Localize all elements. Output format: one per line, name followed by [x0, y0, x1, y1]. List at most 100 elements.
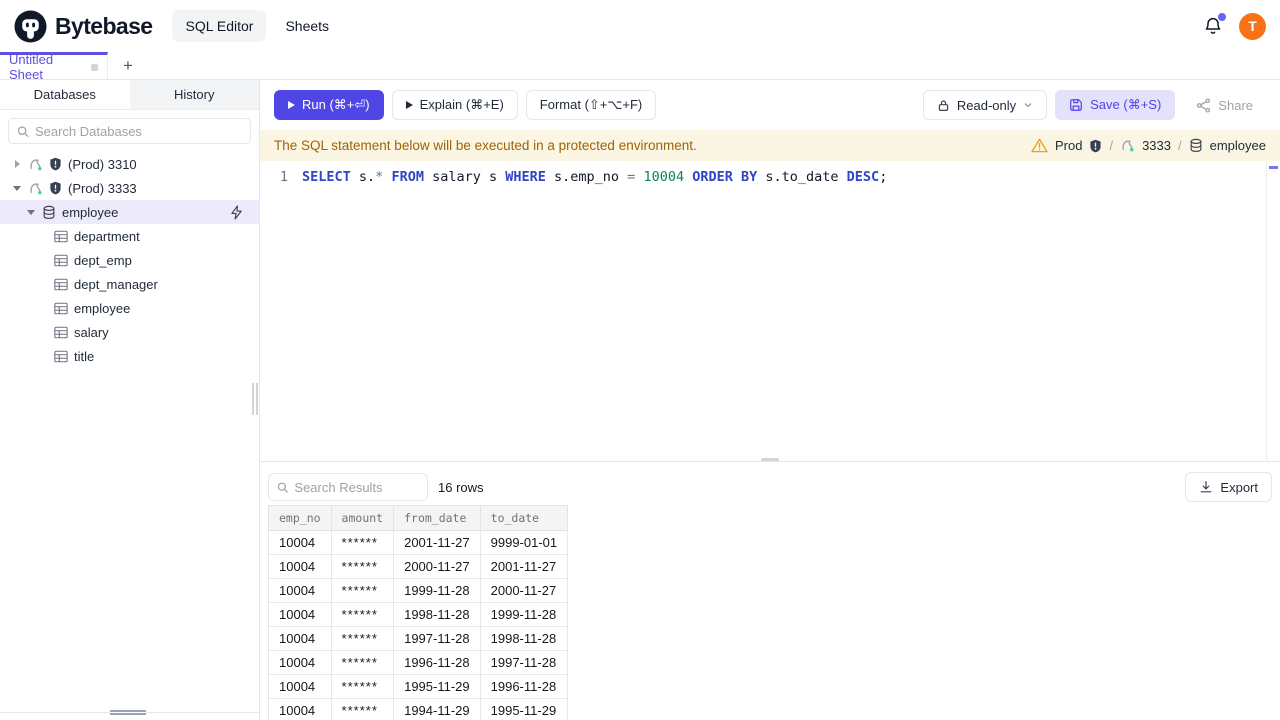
table-label: dept_emp — [74, 252, 132, 268]
database-icon — [1190, 138, 1202, 152]
cell-amount: ****** — [330, 698, 395, 720]
tree-table-department[interactable]: department — [0, 224, 259, 248]
sheet-tab-label: Untitled Sheet — [9, 52, 54, 82]
bytebase-logo[interactable]: Bytebase — [14, 9, 153, 43]
tree-table-employee[interactable]: employee — [0, 296, 259, 320]
readonly-mode-button[interactable]: Read-only — [922, 90, 1048, 120]
results-search-input[interactable] — [294, 479, 419, 495]
shield-icon — [50, 181, 61, 195]
cell-amount: ****** — [330, 602, 395, 627]
tree-table-title[interactable]: title — [0, 344, 259, 368]
share-button[interactable]: Share — [1183, 90, 1266, 120]
cell-emp-no: 10004 — [268, 626, 332, 651]
results-search[interactable] — [268, 473, 428, 501]
bytebase-logo-icon — [14, 9, 47, 43]
table-icon — [54, 302, 68, 314]
table-row: 10004 ****** 1997-11-28 1998-11-28 — [268, 626, 569, 651]
main-panel: Run (⌘+⏎) Explain (⌘+E) Format (⇧+⌥+F) R… — [260, 80, 1280, 720]
shield-icon — [50, 157, 61, 171]
table-row: 10004 ****** 1995-11-29 1996-11-28 — [268, 674, 569, 699]
sidebar: Databases History (Prod) 331 — [0, 80, 260, 720]
cell-to-date: 1998-11-28 — [479, 626, 569, 651]
results-header: 16 rows Export — [260, 469, 1280, 505]
breadcrumb-separator: / — [1109, 138, 1114, 153]
sql-code: SELECT s.* FROM salary s WHERE s.emp_no … — [302, 169, 888, 185]
tab-databases[interactable]: Databases — [0, 80, 130, 109]
sidebar-resize-handle[interactable] — [252, 383, 258, 415]
database-search-input[interactable] — [34, 123, 242, 139]
database-search[interactable] — [8, 118, 251, 144]
table-label: employee — [74, 300, 131, 316]
top-nav: SQL Editor Sheets — [172, 10, 342, 42]
header-row: emp_no amount from_date to_date — [268, 505, 569, 531]
topbar-right: T — [1203, 12, 1266, 40]
code-line: 1 SELECT s.* FROM salary s WHERE s.emp_n… — [260, 161, 1280, 186]
panel-resize-grip[interactable] — [761, 458, 779, 461]
nav-sheets[interactable]: Sheets — [272, 10, 342, 42]
database-icon — [43, 205, 55, 219]
cell-to-date: 1996-11-28 — [479, 674, 569, 699]
cell-from-date: 1996-11-28 — [393, 650, 481, 675]
column-header-from-date: from_date — [393, 505, 481, 531]
save-icon — [1070, 99, 1082, 111]
table-row: 10004 ****** 1994-11-29 1995-11-29 — [268, 698, 569, 720]
share-icon — [1197, 97, 1211, 113]
cell-from-date: 1999-11-28 — [393, 578, 481, 603]
warning-icon — [1031, 138, 1048, 153]
cell-emp-no: 10004 — [268, 530, 332, 555]
cell-emp-no: 10004 — [268, 674, 332, 699]
nav-sql-editor[interactable]: SQL Editor — [172, 10, 267, 42]
caret-down-icon[interactable] — [26, 209, 36, 215]
cell-amount: ****** — [330, 554, 395, 579]
brand-name: Bytebase — [55, 12, 153, 39]
tree-instance-3333[interactable]: (Prod) 3333 — [0, 176, 259, 200]
table-row: 10004 ****** 2001-11-27 9999-01-01 — [268, 530, 569, 555]
sheet-tab-bar: Untitled Sheet + — [0, 52, 1280, 82]
instance-label: (Prod) 3333 — [68, 180, 137, 196]
explain-label: Explain (⌘+E) — [419, 97, 504, 112]
run-button[interactable]: Run (⌘+⏎) — [274, 90, 384, 120]
table-icon — [54, 326, 68, 338]
database-tree: (Prod) 3310 (Prod) 3333 employee departm… — [0, 152, 259, 368]
mysql-instance-icon — [30, 182, 42, 194]
editor-overview-ruler — [1266, 161, 1280, 461]
save-button[interactable]: Save (⌘+S) — [1055, 90, 1176, 120]
mysql-instance-icon — [1122, 140, 1134, 152]
sidebar-bottom-resize-handle[interactable] — [110, 710, 146, 715]
caret-right-icon[interactable] — [12, 160, 22, 168]
cell-to-date: 2000-11-27 — [479, 578, 569, 603]
cell-amount: ****** — [330, 578, 395, 603]
user-avatar[interactable]: T — [1239, 12, 1266, 40]
format-button[interactable]: Format (⇧+⌥+F) — [525, 90, 657, 120]
notifications-button[interactable] — [1203, 13, 1226, 36]
tree-database-employee[interactable]: employee — [0, 200, 259, 224]
sheet-tab-untitled[interactable]: Untitled Sheet — [0, 52, 108, 82]
caret-down-icon[interactable] — [12, 185, 22, 191]
connection-breadcrumb: Prod / 3333 / employee — [1031, 138, 1266, 153]
cell-amount: ****** — [330, 530, 395, 555]
export-button[interactable]: Export — [1185, 472, 1272, 502]
readonly-label: Read-only — [956, 97, 1017, 113]
explain-button[interactable]: Explain (⌘+E) — [391, 90, 518, 120]
lock-icon — [938, 99, 949, 111]
share-label: Share — [1218, 97, 1253, 113]
tree-table-dept-emp[interactable]: dept_emp — [0, 248, 259, 272]
panel-resize-handle[interactable] — [260, 458, 1280, 469]
table-row: 10004 ****** 1996-11-28 1997-11-28 — [268, 650, 569, 675]
cell-to-date: 9999-01-01 — [479, 530, 569, 555]
cell-to-date: 1997-11-28 — [479, 650, 569, 675]
tree-table-dept-manager[interactable]: dept_manager — [0, 272, 259, 296]
instance-label: (Prod) 3310 — [68, 156, 137, 172]
tree-instance-3310[interactable]: (Prod) 3310 — [0, 152, 259, 176]
tree-table-salary[interactable]: salary — [0, 320, 259, 344]
line-number: 1 — [279, 169, 288, 185]
sql-editor[interactable]: 1 SELECT s.* FROM salary s WHERE s.emp_n… — [260, 161, 1280, 461]
play-icon — [288, 101, 295, 109]
search-icon — [17, 125, 29, 137]
notification-dot — [1218, 13, 1226, 21]
new-sheet-button[interactable]: + — [108, 52, 148, 79]
save-label: Save (⌘+S) — [1090, 97, 1162, 112]
lightning-bolt-icon[interactable] — [230, 204, 243, 220]
cell-to-date: 1995-11-29 — [479, 698, 569, 720]
tab-history[interactable]: History — [130, 80, 260, 109]
